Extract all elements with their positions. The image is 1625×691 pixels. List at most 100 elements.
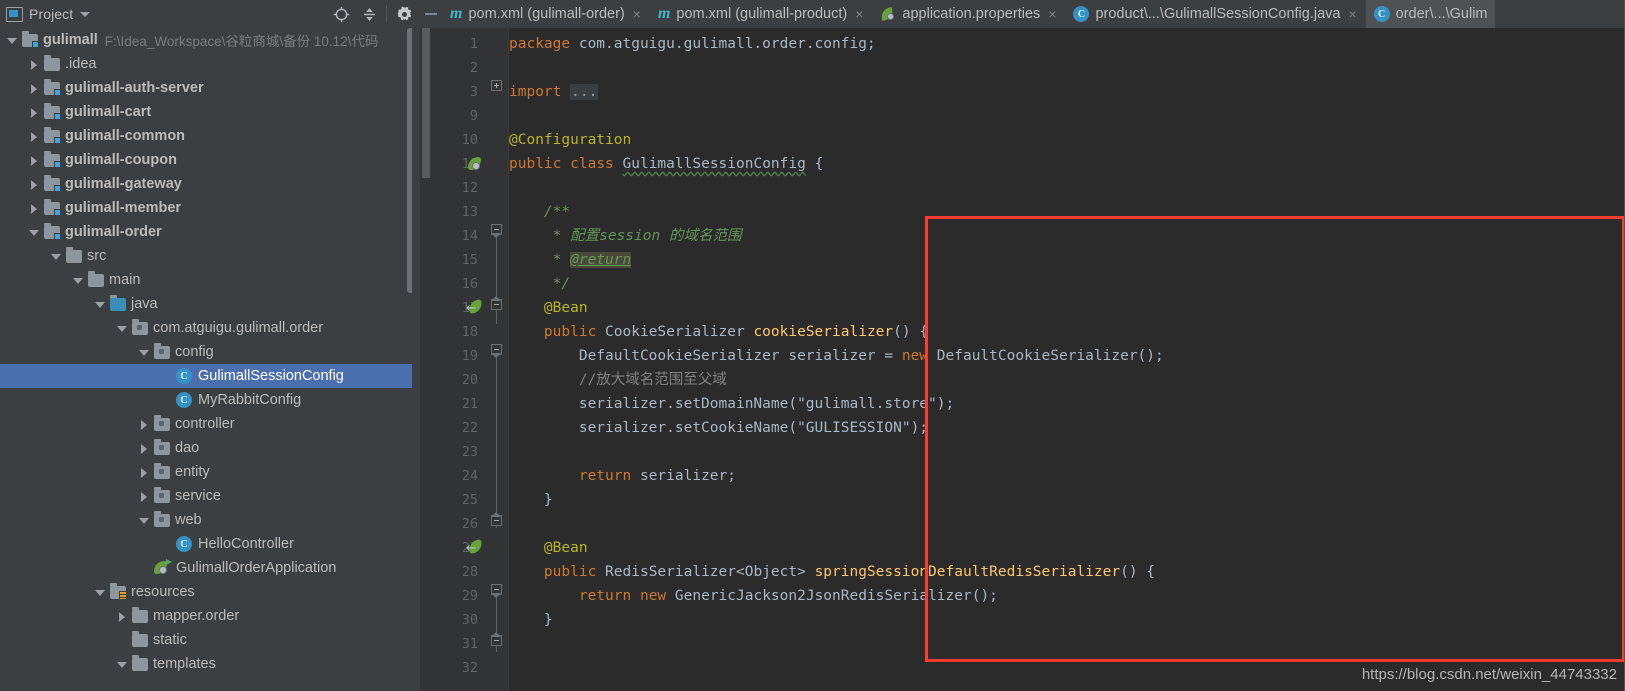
fold-method2-end-icon[interactable] (491, 632, 502, 646)
chevron-right-icon[interactable] (138, 442, 151, 455)
tree-node-gulimall-coupon[interactable]: gulimall-coupon (0, 148, 412, 172)
close-icon[interactable]: × (1346, 7, 1358, 21)
code-line[interactable]: @Bean (509, 536, 588, 560)
code-line[interactable]: } (509, 488, 553, 512)
chevron-down-icon[interactable] (6, 34, 19, 47)
code-line[interactable]: /** (509, 200, 570, 224)
code-line[interactable]: public class GulimallSessionConfig { (509, 152, 823, 176)
tree-node-gulimall[interactable]: gulimall F:\Idea_Workspace\谷粒商城\备份 10.12\… (0, 28, 412, 52)
tree-node-controller[interactable]: controller (0, 412, 412, 436)
project-tool-window-header[interactable]: Project (0, 0, 420, 29)
chevron-right-icon[interactable] (138, 490, 151, 503)
chevron-right-icon[interactable] (28, 58, 41, 71)
tree-node-gulimallorderapplication[interactable]: GulimallOrderApplication (0, 556, 412, 580)
code-line[interactable]: return serializer; (509, 464, 736, 488)
chevron-down-icon[interactable] (50, 250, 63, 263)
editor-tab[interactable]: m pom.xml (gulimall-order) × (442, 0, 650, 28)
tree-node-java[interactable]: java (0, 292, 412, 316)
tree-node-gulimall-gateway[interactable]: gulimall-gateway (0, 172, 412, 196)
editor-tab[interactable]: Cproduct\...\GulimallSessionConfig.java × (1065, 0, 1365, 28)
chevron-down-icon[interactable] (116, 322, 129, 335)
chevron-right-icon[interactable] (28, 130, 41, 143)
editor-marker-strip[interactable] (420, 28, 432, 691)
chevron-right-icon[interactable] (28, 82, 41, 95)
chevron-down-icon[interactable] (116, 658, 129, 671)
spring-bean-arrow-icon[interactable] (466, 540, 483, 556)
spring-bean-arrow-icon[interactable] (466, 300, 483, 316)
fold-method2-start-icon[interactable] (491, 584, 502, 598)
chevron-down-icon[interactable] (94, 586, 107, 599)
tree-node-templates[interactable]: templates (0, 652, 412, 676)
gear-icon[interactable] (390, 1, 418, 27)
chevron-down-icon[interactable] (72, 274, 85, 287)
code-line[interactable]: import ... (509, 80, 599, 104)
collapse-all-icon[interactable] (355, 1, 383, 27)
code-line[interactable]: return new GenericJackson2JsonRedisSeria… (509, 584, 998, 608)
code-line[interactable]: serializer.setDomainName("gulimall.store… (509, 392, 954, 416)
tree-node-web[interactable]: web (0, 508, 412, 532)
fold-imports-icon[interactable] (491, 80, 502, 91)
editor-gutter[interactable]: 1 2 3 9 10 11 12 13 14 15 16 17 18 19 20 21 22 23 24 25 26 27… (432, 28, 486, 691)
code-line[interactable]: @Configuration (509, 128, 631, 152)
tree-node-gulimall-common[interactable]: gulimall-common (0, 124, 412, 148)
tree-node-gulimallsessionconfig[interactable]: C GulimallSessionConfig (0, 364, 412, 388)
hide-tool-window-icon[interactable] (420, 0, 442, 28)
tree-node-dao[interactable]: dao (0, 436, 412, 460)
code-editor[interactable]: 1 2 3 9 10 11 12 13 14 15 16 17 18 19 20 21 22 23 24 25 26 27… (420, 28, 1625, 691)
code-line[interactable]: DefaultCookieSerializer serializer = new… (509, 344, 1164, 368)
fold-method-start-icon[interactable] (491, 344, 502, 358)
code-line[interactable]: @Bean (509, 296, 588, 320)
code-line[interactable]: */ (509, 272, 570, 296)
tree-node-gulimall-member[interactable]: gulimall-member (0, 196, 412, 220)
chevron-down-icon[interactable] (80, 11, 91, 17)
chevron-right-icon[interactable] (28, 106, 41, 119)
fold-javadoc-start-icon[interactable] (491, 224, 502, 238)
chevron-right-icon[interactable] (116, 610, 129, 623)
tree-node-static[interactable]: static (0, 628, 412, 652)
chevron-down-icon[interactable] (94, 298, 107, 311)
code-line[interactable]: } (509, 608, 553, 632)
code-line[interactable]: //放大域名范围至父域 (509, 368, 727, 392)
tree-node-main[interactable]: main (0, 268, 412, 292)
code-line[interactable]: package com.atguigu.gulimall.order.confi… (509, 32, 876, 56)
chevron-right-icon[interactable] (138, 466, 151, 479)
close-icon[interactable]: × (631, 7, 643, 21)
tree-node-resources[interactable]: resources (0, 580, 412, 604)
code-line[interactable]: * @return (509, 248, 632, 272)
crosshair-locate-icon[interactable] (327, 1, 355, 27)
chevron-down-icon[interactable] (138, 346, 151, 359)
chevron-right-icon[interactable] (28, 154, 41, 167)
code-folding-strip[interactable] (486, 28, 509, 691)
tree-node-service[interactable]: service (0, 484, 412, 508)
chevron-right-icon[interactable] (28, 178, 41, 191)
spring-bean-icon[interactable] (467, 156, 483, 172)
tree-node-entity[interactable]: entity (0, 460, 412, 484)
code-line[interactable]: public RedisSerializer<Object> springSes… (509, 560, 1155, 584)
chevron-down-icon[interactable] (28, 226, 41, 239)
project-tree[interactable]: gulimall F:\Idea_Workspace\谷粒商城\备份 10.12\… (0, 28, 412, 691)
close-icon[interactable]: × (1046, 7, 1058, 21)
tree-node-hellocontroller[interactable]: C HelloController (0, 532, 412, 556)
fold-javadoc-end-icon[interactable] (491, 296, 502, 310)
editor-tab[interactable]: Corder\...\Gulim (1365, 0, 1495, 28)
code-line[interactable]: * 配置session 的域名范围 (509, 224, 742, 248)
fold-method-end-icon[interactable] (491, 512, 502, 526)
tree-node-gulimall-order[interactable]: gulimall-order (0, 220, 412, 244)
tree-node-com-atguigu-gulimall-order[interactable]: com.atguigu.gulimall.order (0, 316, 412, 340)
tree-node-config[interactable]: config (0, 340, 412, 364)
tree-node-myrabbitconfig[interactable]: C MyRabbitConfig (0, 388, 412, 412)
tree-node-gulimall-cart[interactable]: gulimall-cart (0, 100, 412, 124)
chevron-down-icon[interactable] (138, 514, 151, 527)
editor-tab[interactable]: application.properties × (872, 0, 1065, 28)
tree-node-gulimall-auth-server[interactable]: gulimall-auth-server (0, 76, 412, 100)
chevron-right-icon[interactable] (138, 418, 151, 431)
tree-node-mapper-order[interactable]: mapper.order (0, 604, 412, 628)
chevron-right-icon[interactable] (28, 202, 41, 215)
tree-node-src[interactable]: src (0, 244, 412, 268)
editor-scrollbar-thumb[interactable] (422, 28, 430, 178)
close-icon[interactable]: × (853, 7, 865, 21)
code-text-area[interactable]: package com.atguigu.gulimall.order.confi… (509, 28, 1625, 691)
tree-node--idea[interactable]: .idea (0, 52, 412, 76)
code-line[interactable]: public CookieSerializer cookieSerializer… (509, 320, 928, 344)
code-line[interactable]: serializer.setCookieName("GULISESSION"); (509, 416, 928, 440)
